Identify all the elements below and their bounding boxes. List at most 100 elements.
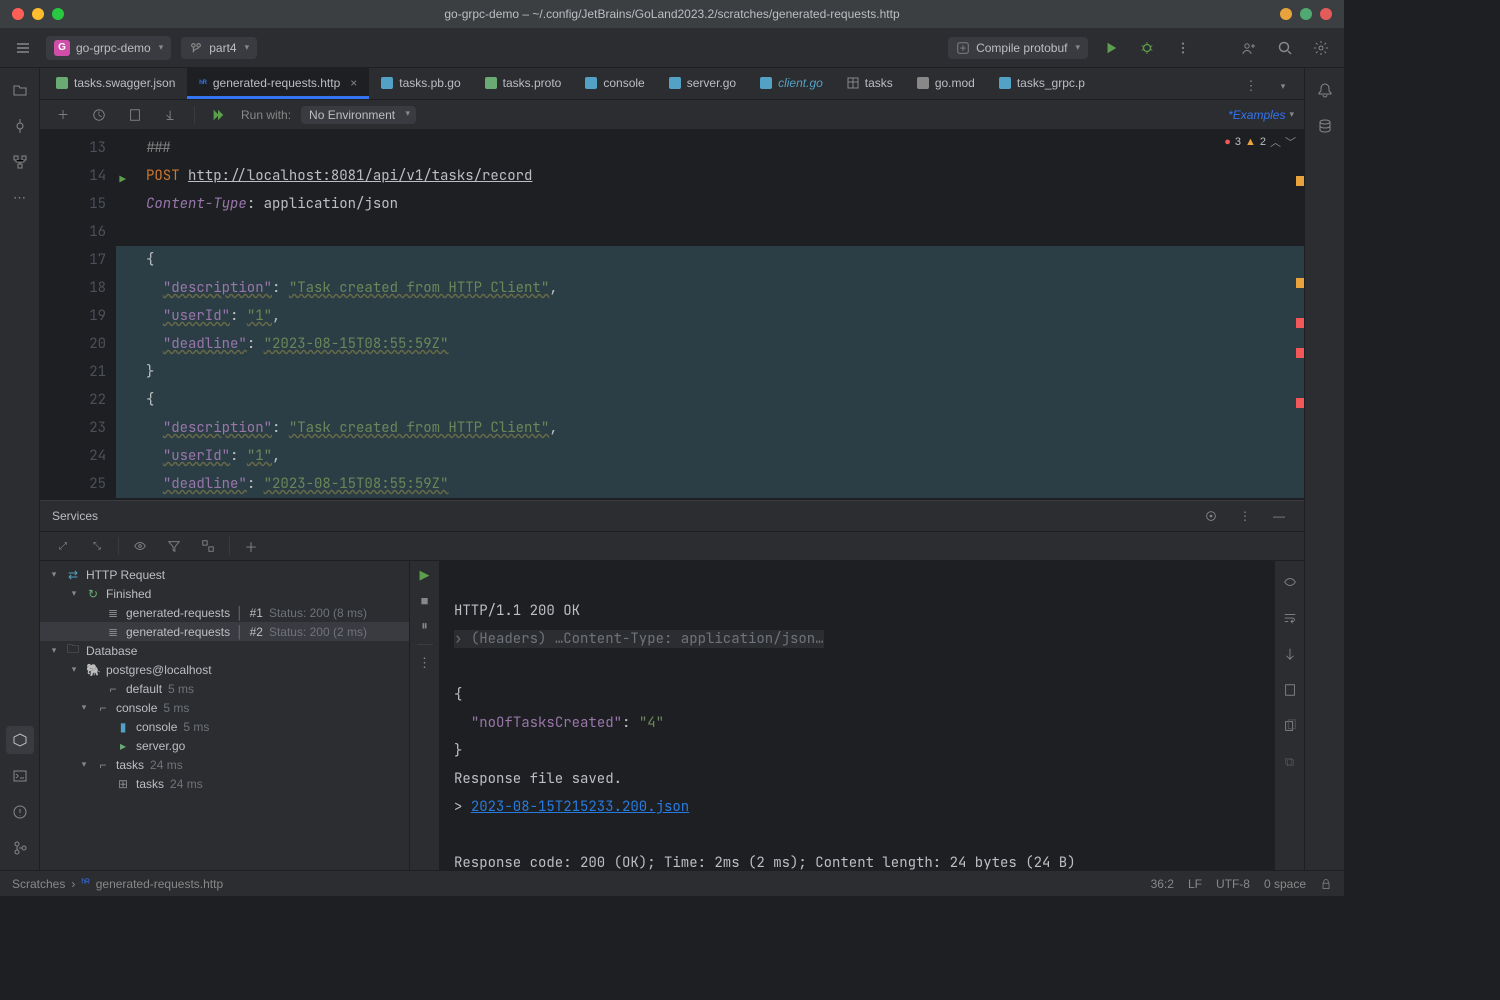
more-button[interactable] bbox=[1170, 35, 1196, 61]
dot-icon bbox=[1300, 8, 1312, 20]
import-button[interactable] bbox=[158, 102, 184, 128]
services-panel: Services ⋮ — ⤢ ⤡ ＋ ▾⇄HTTP Request▾↻Fi bbox=[40, 500, 1304, 870]
tree-node[interactable]: ⌐default 5 ms bbox=[40, 679, 409, 698]
show-button[interactable] bbox=[127, 533, 153, 559]
rerun-icon[interactable]: ▶ bbox=[420, 567, 430, 583]
more-tool-button[interactable]: ⋯ bbox=[6, 184, 34, 212]
collapse-button[interactable]: ⤡ bbox=[84, 533, 110, 559]
tree-node[interactable]: ⊞tasks 24 ms bbox=[40, 774, 409, 793]
tree-node[interactable]: ▾🗀Database bbox=[40, 641, 409, 660]
vcs-tool-button[interactable] bbox=[6, 834, 34, 862]
response-status-line: HTTP/1.1 200 OK bbox=[454, 602, 580, 620]
close-tab-icon[interactable]: × bbox=[350, 76, 357, 90]
open-file-icon[interactable] bbox=[1277, 677, 1303, 703]
tab-client-go[interactable]: client.go bbox=[748, 67, 835, 99]
wrap-icon[interactable] bbox=[1277, 605, 1303, 631]
more-icon[interactable]: ⋮ bbox=[418, 655, 431, 671]
structure-tool-button[interactable] bbox=[6, 148, 34, 176]
project-chip[interactable]: G go-grpc-demo bbox=[46, 36, 171, 60]
warning-count: 2 bbox=[1260, 136, 1266, 148]
tab-tasks-swagger-json[interactable]: tasks.swagger.json bbox=[44, 67, 187, 99]
history-button[interactable] bbox=[86, 102, 112, 128]
tree-node[interactable]: ▾🐘postgres@localhost bbox=[40, 660, 409, 679]
tab-dropdown-icon[interactable]: ▾ bbox=[1270, 73, 1296, 99]
project-tool-button[interactable] bbox=[6, 76, 34, 104]
tree-node[interactable]: ▾⌐console 5 ms bbox=[40, 698, 409, 717]
response-run-toolbar: ▶ ■ ⏸ ⋮ bbox=[410, 561, 440, 870]
maximize-window-icon[interactable] bbox=[52, 8, 64, 20]
inspection-summary[interactable]: ●3 ▲2 ︿﹀ bbox=[1224, 134, 1296, 150]
dot-icon bbox=[1320, 8, 1332, 20]
copy-icon[interactable] bbox=[1277, 713, 1303, 739]
group-button[interactable] bbox=[195, 533, 221, 559]
problems-tool-button[interactable] bbox=[6, 798, 34, 826]
line-separator[interactable]: LF bbox=[1188, 877, 1202, 891]
tab-server-go[interactable]: server.go bbox=[657, 67, 748, 99]
code-with-me-button[interactable] bbox=[1236, 35, 1262, 61]
run-button[interactable] bbox=[1098, 35, 1124, 61]
minimize-icon[interactable]: — bbox=[1266, 503, 1292, 529]
database-button[interactable] bbox=[1311, 112, 1339, 140]
error-stripe[interactable] bbox=[1296, 130, 1304, 500]
tab-console[interactable]: console bbox=[573, 67, 656, 99]
expand-button[interactable]: ⤢ bbox=[50, 533, 76, 559]
services-tool-button[interactable] bbox=[6, 726, 34, 754]
convert-button[interactable] bbox=[122, 102, 148, 128]
response-file-link[interactable]: 2023-08-15T215233.200.json bbox=[471, 798, 689, 816]
close-window-icon[interactable] bbox=[12, 8, 24, 20]
main-menu-button[interactable] bbox=[10, 35, 36, 61]
run-gutter-icon[interactable]: ▶ bbox=[119, 166, 126, 194]
tree-node[interactable]: ▾⌐tasks 24 ms bbox=[40, 755, 409, 774]
right-tool-rail bbox=[1304, 68, 1344, 870]
add-request-button[interactable]: ＋ bbox=[50, 102, 76, 128]
tab-tasks-proto[interactable]: tasks.proto bbox=[473, 67, 574, 99]
options-icon[interactable]: ⋮ bbox=[1232, 503, 1258, 529]
fold-icon[interactable]: › bbox=[454, 630, 471, 648]
run-config-chip[interactable]: Compile protobuf bbox=[948, 37, 1088, 59]
tab-tasks[interactable]: tasks bbox=[835, 67, 905, 99]
focus-icon[interactable] bbox=[1198, 503, 1224, 529]
tree-node[interactable]: ▸server.go bbox=[40, 736, 409, 755]
caret-position[interactable]: 36:2 bbox=[1151, 877, 1174, 891]
filter-button[interactable] bbox=[161, 533, 187, 559]
notifications-button[interactable] bbox=[1311, 76, 1339, 104]
terminal-tool-button[interactable] bbox=[6, 762, 34, 790]
build-icon bbox=[956, 41, 970, 55]
response-output[interactable]: HTTP/1.1 200 OK › (Headers) …Content-Typ… bbox=[440, 561, 1274, 870]
tab-go-mod[interactable]: go.mod bbox=[905, 67, 987, 99]
http-client-toolbar: ＋ Run with: No Environment *Examples ▾ bbox=[40, 100, 1304, 130]
tab-tasks-pb-go[interactable]: tasks.pb.go bbox=[369, 67, 472, 99]
add-service-button[interactable]: ＋ bbox=[238, 533, 264, 559]
view-icon[interactable] bbox=[1277, 569, 1303, 595]
tab-list-icon[interactable]: ⋮ bbox=[1238, 73, 1264, 99]
encoding[interactable]: UTF-8 bbox=[1216, 877, 1250, 891]
scroll-icon[interactable] bbox=[1277, 641, 1303, 667]
readonly-icon[interactable] bbox=[1320, 878, 1332, 890]
tree-node[interactable]: ▾↻Finished bbox=[40, 584, 409, 603]
tree-node[interactable]: ≣generated-requests │ #2 Status: 200 (2 … bbox=[40, 622, 409, 641]
debug-button[interactable] bbox=[1134, 35, 1160, 61]
macos-traffic-lights bbox=[12, 8, 64, 20]
stop-icon[interactable]: ■ bbox=[421, 593, 429, 608]
tree-node[interactable]: ▾⇄HTTP Request bbox=[40, 565, 409, 584]
tree-node[interactable]: ▮console 5 ms bbox=[40, 717, 409, 736]
code-editor[interactable]: 1314▶1516171819202122232425 ###POST http… bbox=[40, 130, 1304, 500]
examples-link[interactable]: *Examples bbox=[1228, 108, 1285, 122]
breadcrumb[interactable]: Scratches › ʰᴿ generated-requests.http bbox=[12, 877, 223, 891]
indent[interactable]: 0 space bbox=[1264, 877, 1306, 891]
tab-tasks-grpc-p[interactable]: tasks_grpc.p bbox=[987, 67, 1097, 99]
commit-tool-button[interactable] bbox=[6, 112, 34, 140]
services-tree[interactable]: ▾⇄HTTP Request▾↻Finished≣generated-reque… bbox=[40, 561, 410, 870]
branch-name: part4 bbox=[209, 41, 236, 55]
compare-icon[interactable]: ⧉ bbox=[1277, 749, 1303, 775]
settings-button[interactable] bbox=[1308, 35, 1334, 61]
search-button[interactable] bbox=[1272, 35, 1298, 61]
tab-generated-requests-http[interactable]: ʰᴿgenerated-requests.http× bbox=[187, 67, 369, 99]
minimize-window-icon[interactable] bbox=[32, 8, 44, 20]
run-all-button[interactable] bbox=[205, 102, 231, 128]
pause-icon[interactable]: ⏸ bbox=[421, 618, 428, 634]
titlebar: go-grpc-demo – ~/.config/JetBrains/GoLan… bbox=[0, 0, 1344, 28]
branch-chip[interactable]: part4 bbox=[181, 37, 257, 59]
environment-select[interactable]: No Environment bbox=[301, 106, 416, 124]
tree-node[interactable]: ≣generated-requests │ #1 Status: 200 (8 … bbox=[40, 603, 409, 622]
